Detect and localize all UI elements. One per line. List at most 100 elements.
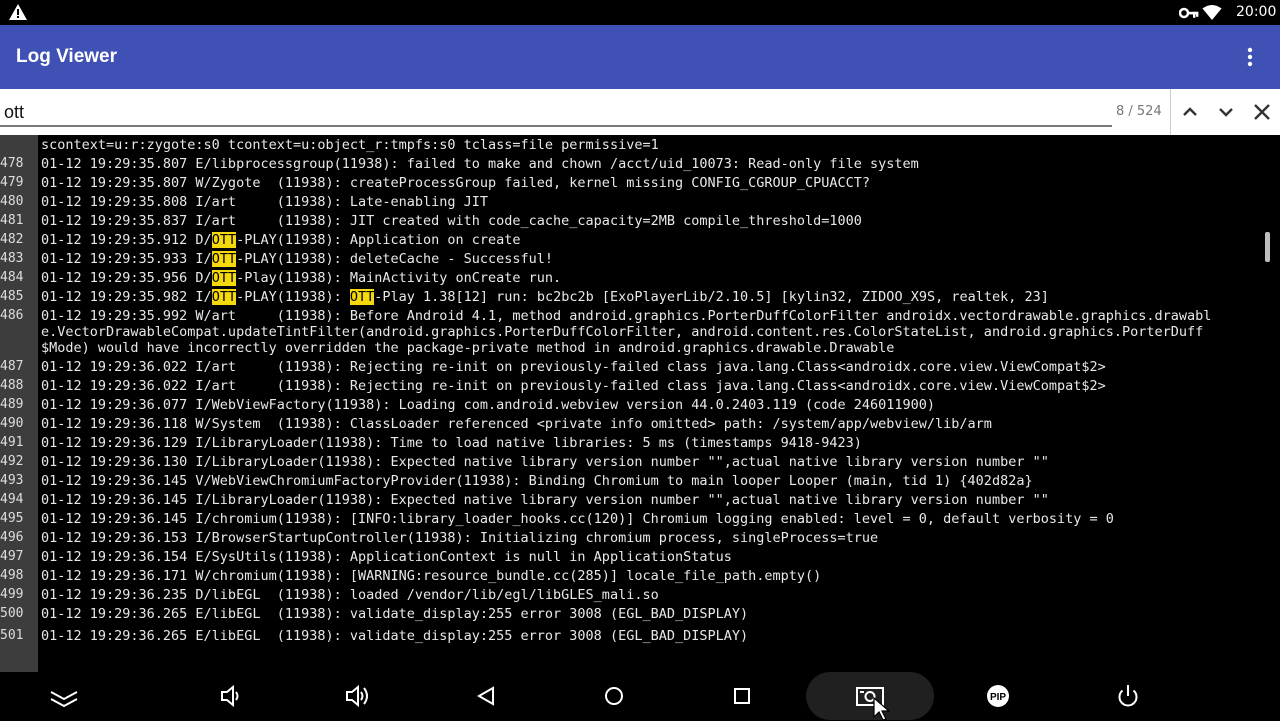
log-line: 487 01-12 19:29:36.022 I/art (11938): Rej… [0,357,1260,376]
next-match-icon[interactable] [1214,100,1238,124]
log-line: 482 01-12 19:29:35.912 D/OTT-PLAY(11938):… [0,230,1260,249]
line-number: 496 [0,529,24,545]
volume-down-icon[interactable] [214,680,246,712]
log-line: 497 01-12 19:29:36.154 E/SysUtils(11938):… [0,547,1260,566]
log-line: scontext=u:r:zygote:s0 tcontext=u:object… [0,135,1260,154]
log-text: 01-12 19:29:35.982 I/OTT-PLAY(11938): OT… [41,288,1216,305]
log-text: 01-12 19:29:36.145 V/WebViewChromiumFact… [41,473,1216,489]
log-text: 01-12 19:29:36.235 D/libEGL (11938): loa… [41,587,1216,603]
line-number: 500 [0,605,24,621]
line-number: 498 [0,567,24,583]
log-segment: 01-12 19:29:36.130 I/LibraryLoader(11938… [41,453,1049,470]
log-line: 489 01-12 19:29:36.077 I/WebViewFactory(1… [0,395,1260,414]
line-number: 489 [0,396,24,412]
wifi-icon [1202,5,1222,20]
line-number: 483 [0,250,24,266]
line-number: 487 [0,358,24,374]
log-line: 492 01-12 19:29:36.130 I/LibraryLoader(11… [0,452,1260,471]
log-segment: 01-12 19:29:36.022 I/art (11938): Reject… [41,377,1106,394]
log-segment: 01-12 19:29:36.265 E/libEGL (11938): val… [41,627,749,644]
line-number: 480 [0,193,24,209]
app-title: Log Viewer [16,46,118,67]
log-segment: -Play(11938): MainActivity onCreate run. [236,269,562,286]
pip-label: PIP [990,692,1006,703]
line-number: 488 [0,377,24,393]
log-segment: -Play 1.38[12] run: bc2bc2b [ExoPlayerLi… [374,288,1049,305]
search-highlight: OTT [211,288,237,305]
match-count: 8 / 524 [1116,104,1162,119]
previous-match-icon[interactable] [1178,100,1202,124]
log-text: 01-12 19:29:36.145 I/LibraryLoader(11938… [41,492,1216,508]
log-text: 01-12 19:29:35.933 I/OTT-PLAY(11938): de… [41,250,1216,267]
log-segment: 01-12 19:29:35.837 I/art (11938): JIT cr… [41,212,862,229]
search-bar: ott 8 / 524 [0,89,1280,135]
recents-icon[interactable] [726,680,758,712]
log-line: 498 01-12 19:29:36.171 W/chromium(11938):… [0,566,1260,585]
log-segment: 01-12 19:29:35.992 W/art (11938): Before… [41,307,1212,356]
log-text: 01-12 19:29:36.022 I/art (11938): Reject… [41,359,1216,375]
log-text: 01-12 19:29:35.807 E/libprocessgroup(119… [41,156,1216,172]
app-bar: Log Viewer [0,25,1280,89]
log-text: 01-12 19:29:35.992 W/art (11938): Before… [41,308,1216,356]
home-icon[interactable] [598,680,630,712]
log-text: 01-12 19:29:36.265 E/libEGL (11938): val… [41,606,1216,622]
line-number [0,137,38,153]
log-line: 486 01-12 19:29:35.992 W/art (11938): Bef… [0,306,1260,357]
log-text: 01-12 19:29:35.808 I/art (11938): Late-e… [41,194,1216,210]
log-text: 01-12 19:29:36.129 I/LibraryLoader(11938… [41,435,1216,451]
log-segment: 01-12 19:29:35.982 I/ [41,288,212,305]
search-input-underline [0,125,1112,127]
log-line: 500 01-12 19:29:36.265 E/libEGL (11938): … [0,604,1260,623]
log-segment: -PLAY(11938): Application on create [236,231,521,248]
volume-up-icon[interactable] [342,680,374,712]
log-segment: 01-12 19:29:36.129 I/LibraryLoader(11938… [41,434,862,451]
log-text: 01-12 19:29:36.171 W/chromium(11938): [W… [41,568,1216,584]
pip-icon[interactable]: PIP [982,680,1014,712]
line-number: 490 [0,415,24,431]
search-divider [1170,89,1171,135]
log-text: 01-12 19:29:35.837 I/art (11938): JIT cr… [41,213,1216,229]
log-segment: 01-12 19:29:36.145 I/LibraryLoader(11938… [41,491,1049,508]
search-highlight: OTT [349,288,375,305]
log-line: 481 01-12 19:29:35.837 I/art (11938): JIT… [0,211,1260,230]
back-icon[interactable] [470,680,502,712]
log-line: 496 01-12 19:29:36.153 I/BrowserStartupCo… [0,528,1260,547]
log-line: 483 01-12 19:29:35.933 I/OTT-PLAY(11938):… [0,249,1260,268]
collapse-icon[interactable] [48,680,80,712]
log-line: 501 01-12 19:29:36.265 E/libEGL (11938): … [0,626,1260,645]
log-line: 480 01-12 19:29:35.808 I/art (11938): Lat… [0,192,1260,211]
more-vert-icon[interactable] [1236,45,1264,69]
log-segment: 01-12 19:29:35.933 I/ [41,250,212,267]
log-line: 491 01-12 19:29:36.129 I/LibraryLoader(11… [0,433,1260,452]
log-segment: 01-12 19:29:36.171 W/chromium(11938): [W… [41,567,822,584]
log-segment: -PLAY(11938): [236,288,350,305]
line-number: 484 [0,269,24,285]
line-number: 497 [0,548,24,564]
power-icon[interactable] [1112,680,1144,712]
vpn-key-icon [1179,7,1199,19]
line-number: 481 [0,212,24,228]
line-number: 499 [0,586,24,602]
log-segment: 01-12 19:29:36.154 E/SysUtils(11938): Ap… [41,548,732,565]
log-segment: 01-12 19:29:36.153 I/BrowserStartupContr… [41,529,879,546]
log-line: 495 01-12 19:29:36.145 I/chromium(11938):… [0,509,1260,528]
log-view[interactable]: scontext=u:r:zygote:s0 tcontext=u:object… [0,135,1280,672]
line-number: 495 [0,510,24,526]
scrollbar-thumb[interactable] [1265,232,1270,262]
log-text: 01-12 19:29:36.077 I/WebViewFactory(1193… [41,397,1216,413]
search-highlight: OTT [211,269,237,286]
line-number: 494 [0,491,24,507]
close-icon[interactable] [1250,100,1274,124]
line-number: 486 [0,307,24,323]
log-line: 493 01-12 19:29:36.145 V/WebViewChromiumF… [0,471,1260,490]
search-input[interactable]: ott [4,101,24,123]
log-text: 01-12 19:29:36.153 I/BrowserStartupContr… [41,530,1216,546]
mouse-cursor-icon [873,697,891,721]
log-text: 01-12 19:29:36.145 I/chromium(11938): [I… [41,511,1216,527]
line-number: 479 [0,174,24,190]
line-number: 492 [0,453,24,469]
log-line: 494 01-12 19:29:36.145 I/LibraryLoader(11… [0,490,1260,509]
log-segment: 01-12 19:29:36.145 I/chromium(11938): [I… [41,510,1114,527]
log-text: 01-12 19:29:36.022 I/art (11938): Reject… [41,378,1216,394]
log-line: 488 01-12 19:29:36.022 I/art (11938): Rej… [0,376,1260,395]
